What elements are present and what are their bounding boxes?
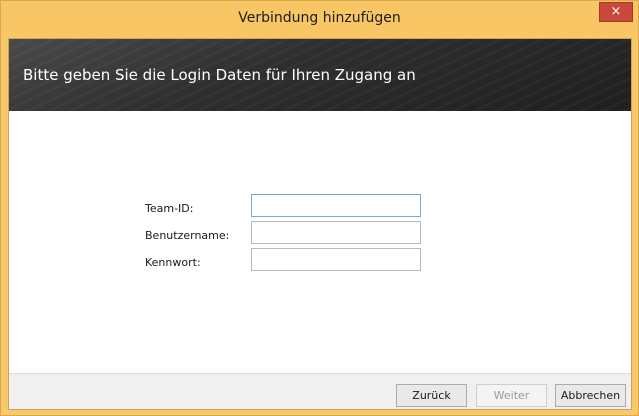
back-button[interactable]: Zurück bbox=[396, 384, 467, 407]
close-button[interactable]: × bbox=[599, 2, 633, 22]
team-id-label: Team-ID: bbox=[145, 202, 194, 215]
username-label: Benutzername: bbox=[145, 229, 230, 242]
next-button[interactable]: Weiter bbox=[476, 384, 547, 407]
banner-instruction: Bitte geben Sie die Login Daten für Ihre… bbox=[23, 66, 416, 84]
dialog-window: Verbindung hinzufügen × Bitte geben Sie … bbox=[0, 0, 639, 416]
team-id-input[interactable] bbox=[251, 194, 421, 217]
title-bar[interactable]: Verbindung hinzufügen × bbox=[1, 1, 638, 37]
button-bar: Zurück Weiter Abbrechen bbox=[9, 373, 631, 409]
window-title: Verbindung hinzufügen bbox=[238, 10, 401, 26]
close-icon: × bbox=[610, 4, 622, 19]
password-label: Kennwort: bbox=[145, 256, 201, 269]
dialog-content: Bitte geben Sie die Login Daten für Ihre… bbox=[8, 38, 632, 410]
password-input[interactable] bbox=[251, 248, 421, 271]
username-input[interactable] bbox=[251, 221, 421, 244]
header-banner: Bitte geben Sie die Login Daten für Ihre… bbox=[9, 39, 631, 111]
cancel-button[interactable]: Abbrechen bbox=[555, 384, 626, 407]
